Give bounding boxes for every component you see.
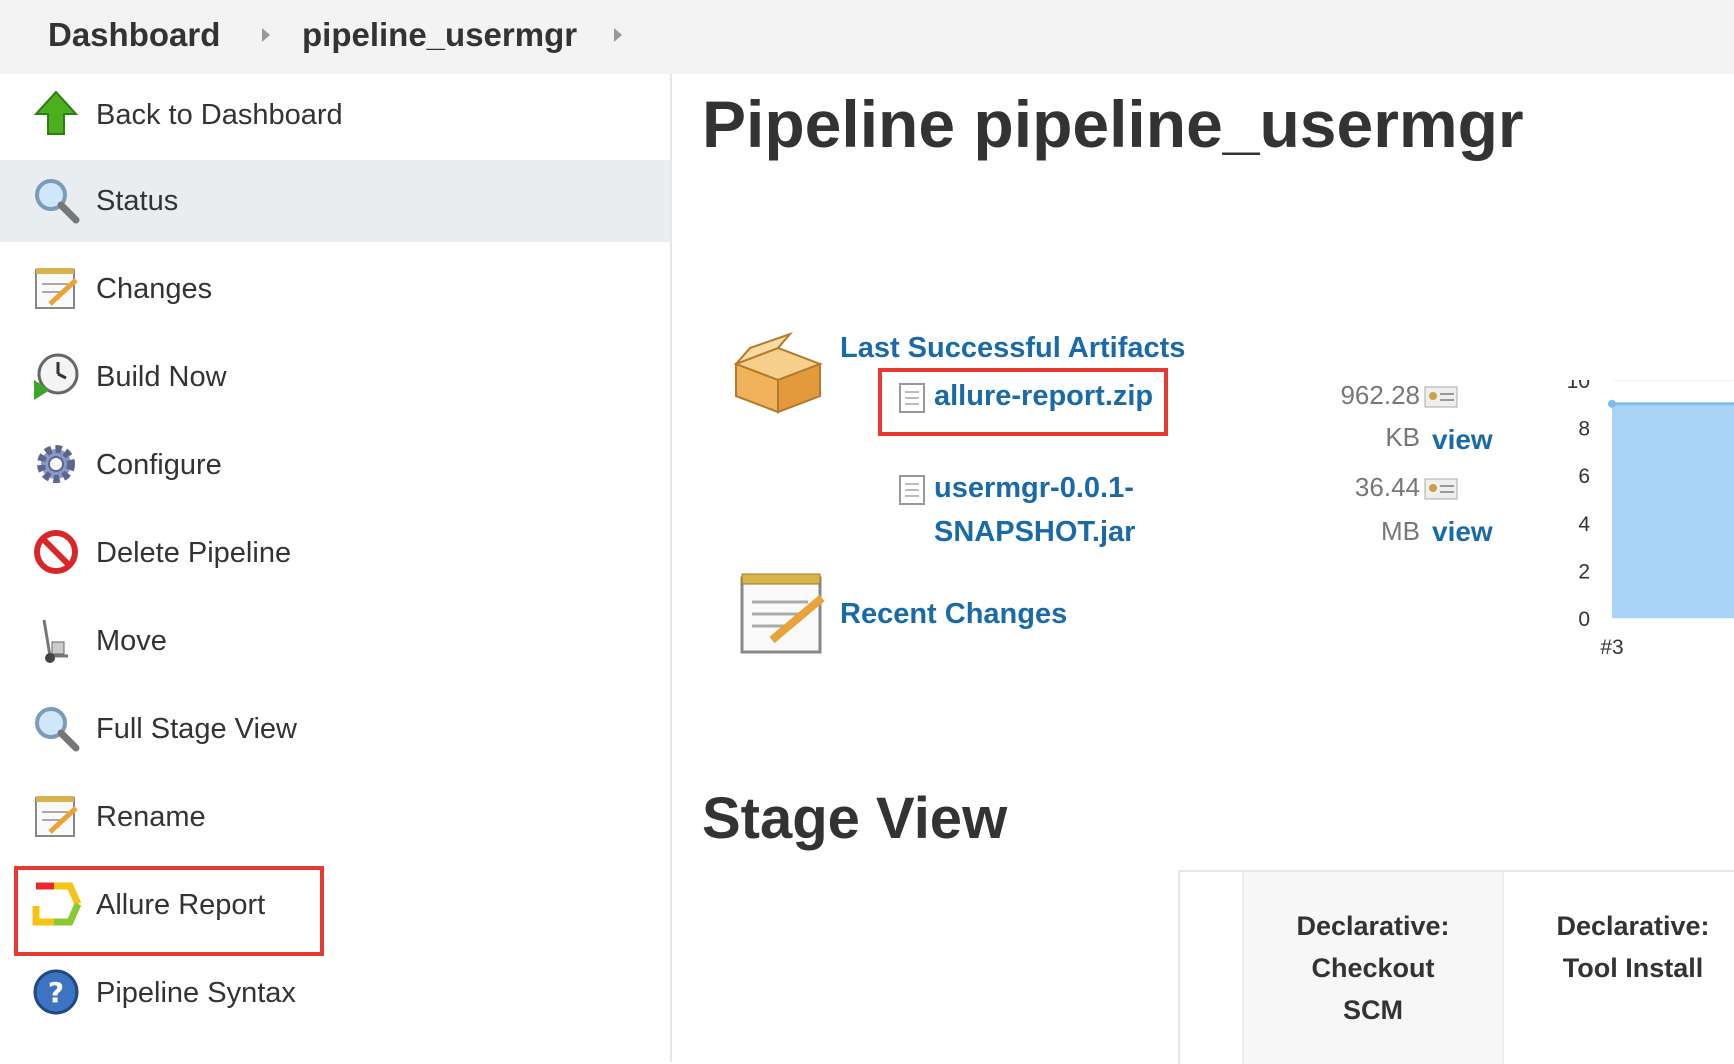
sidebar-item-status[interactable]: Status [0,160,670,242]
fingerprint-icon[interactable] [1424,386,1458,408]
highlight-allure-report [14,866,324,956]
breadcrumb-dashboard[interactable]: Dashboard [48,0,220,74]
clock-play-icon [30,350,82,402]
gear-icon [30,438,82,490]
breadcrumb-separator-icon[interactable] [262,28,270,42]
artifact-link-usermgr-jar[interactable]: usermgr-0.0.1- [934,472,1134,505]
svg-text:?: ? [48,976,64,1009]
fingerprint-icon[interactable] [1424,478,1458,500]
chart-y-tick-label: 10 [1567,380,1590,393]
stage-header-checkout-scm: Declarative: Checkout SCM [1242,872,1502,1064]
file-icon [898,474,926,506]
sidebar-item-label: Move [96,625,167,657]
sidebar-item-label: Rename [96,801,206,833]
sidebar-item-label: Pipeline Syntax [96,977,296,1009]
stage-header-line: Declarative: [1296,911,1450,941]
chart-y-tick-label: 6 [1578,465,1590,488]
sidebar-item-pipeline-syntax[interactable]: ? Pipeline Syntax [0,952,670,1034]
chart-x-tick-label: #3 [1600,636,1623,659]
sidebar-item-label: Build Now [96,361,227,393]
sidebar-item-changes[interactable]: Changes [0,248,670,330]
last-successful-artifacts-link[interactable]: Last Successful Artifacts [840,332,1185,365]
sidebar-item-label: Configure [96,449,222,481]
sidebar-item-configure[interactable]: Configure [0,424,670,506]
sidebar-item-label: Changes [96,273,213,305]
notepad-icon [30,262,82,314]
artifact-size-unit: MB [1381,516,1420,546]
page-title: Pipeline pipeline_usermgr [702,87,1524,161]
hand-truck-icon [30,614,82,666]
help-icon: ? [30,966,82,1018]
sidebar-item-label: Full Stage View [96,713,297,745]
artifact-view-link[interactable]: view [1432,424,1493,456]
artifact-size-unit: KB [1385,422,1420,452]
chart-point [1608,399,1616,408]
artifact-view-link[interactable]: view [1432,516,1493,548]
sidebar: Back to Dashboard Status Changes Build N… [0,74,672,1062]
sidebar-item-build-now[interactable]: Build Now [0,336,670,418]
notepad-icon [736,568,828,658]
package-box-icon [730,330,826,414]
highlight-allure-report-zip [878,368,1168,436]
stage-view-title: Stage View [702,786,1008,851]
artifact-size-value: 962.28 [1340,380,1420,410]
breadcrumb-pipeline[interactable]: pipeline_usermgr [302,0,577,74]
stage-header-line: Tool Install [1562,953,1704,983]
up-arrow-icon [30,88,82,140]
sidebar-item-label: Delete Pipeline [96,537,292,569]
chart-area [1612,403,1734,618]
artifact-link-usermgr-jar-line2[interactable]: SNAPSHOT.jar [934,516,1135,549]
breadcrumb: Dashboard pipeline_usermgr [0,0,1734,74]
magnifier-icon [30,702,82,754]
stage-header-tool-install: Declarative: Tool Install [1502,872,1734,1064]
sidebar-item-full-stage-view[interactable]: Full Stage View [0,688,670,770]
stage-view-table: Declarative: Checkout SCM Declarative: T… [1178,870,1734,1064]
notepad-icon [30,790,82,842]
stage-header-line: Checkout [1311,953,1435,983]
no-entry-icon [30,526,82,578]
sidebar-item-label: Status [96,185,179,217]
chart-y-tick-label: 2 [1578,560,1590,583]
sidebar-item-back-to-dashboard[interactable]: Back to Dashboard [0,74,670,156]
sidebar-item-delete-pipeline[interactable]: Delete Pipeline [0,512,670,594]
chart-y-tick-label: 0 [1578,608,1590,631]
magnifier-icon [30,174,82,226]
sidebar-item-rename[interactable]: Rename [0,776,670,858]
build-trend-chart: 0 2 4 6 8 10 #3 [1567,380,1734,659]
chart-y-tick-label: 4 [1578,513,1590,536]
stage-header-line: Declarative: [1556,911,1710,941]
chart-y-tick-label: 8 [1578,418,1590,441]
stage-header-line: SCM [1343,995,1403,1025]
artifact-size-value: 36.44 [1354,472,1420,502]
sidebar-item-move[interactable]: Move [0,600,670,682]
breadcrumb-separator-icon[interactable] [614,28,622,42]
sidebar-item-label: Back to Dashboard [96,99,343,131]
recent-changes-link[interactable]: Recent Changes [840,598,1067,631]
